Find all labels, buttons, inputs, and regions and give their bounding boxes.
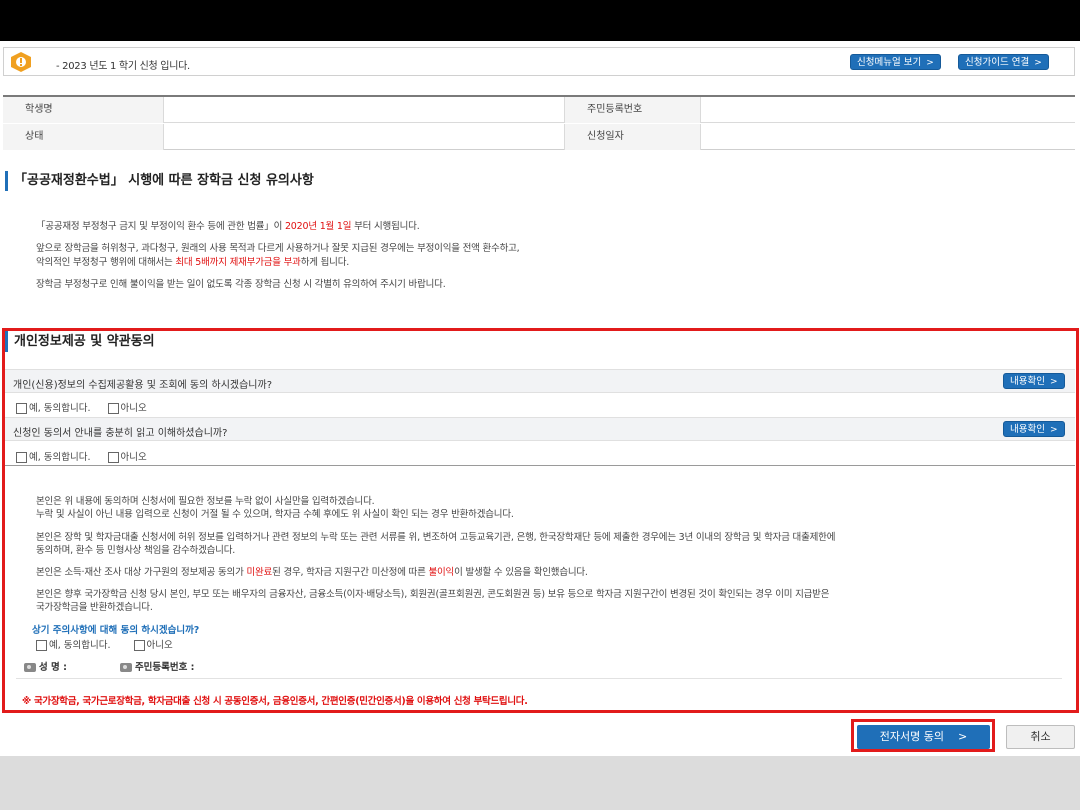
student-name-label: 학생명 [3, 97, 163, 123]
manual-view-button[interactable]: 신청메뉴얼 보기 > [850, 54, 941, 70]
chevron-right-icon: > [1049, 425, 1058, 435]
q2-agree-checkbox[interactable] [16, 452, 27, 463]
statement-2-line-2: 동의하며, 환수 등 민형사상 책임을 감수하겠습니다. [36, 545, 236, 556]
chevron-right-icon: > [1049, 377, 1058, 387]
chevron-right-icon: > [958, 730, 968, 743]
consent-answer-row-3: 예, 동의합니다. 아니오 [36, 637, 187, 651]
q2-disagree-option[interactable]: 아니오 [107, 449, 147, 463]
chevron-right-icon: > [1034, 58, 1042, 68]
chevron-right-icon: > [926, 58, 934, 68]
notice-section-title: 「공공재정환수법」 시행에 따른 장학금 신청 유의사항 [5, 171, 314, 191]
statement-4-line-1: 본인은 향후 국가장학금 신청 당시 본인, 부모 또는 배우자의 금융자산, … [36, 589, 830, 600]
status-label: 상태 [3, 124, 163, 150]
q2-agree-option[interactable]: 예, 동의합니다. [16, 449, 91, 463]
notice-text: 하게 됩니다. [300, 257, 350, 268]
q3-disagree-checkbox[interactable] [133, 640, 145, 651]
consent-question-1: 개인(신용)정보의 수집제공활용 및 조회에 동의 하시겠습니까? [13, 380, 273, 391]
q1-agree-option[interactable]: 예, 동의합니다. [16, 400, 91, 414]
penalty-text: 최대 5배까지 제재부가금을 부과 [175, 257, 301, 268]
guide-link-button[interactable]: 신청가이드 연결 > [958, 54, 1049, 70]
cancel-button[interactable]: 취소 [1006, 725, 1075, 749]
disagree-label: 아니오 [120, 452, 147, 463]
agree-label: 예, 동의합니다. [29, 403, 91, 414]
agree-label: 예, 동의합니다. [29, 452, 91, 463]
bottom-gray-band [0, 756, 1080, 810]
consent-answer-row-2: 예, 동의합니다. 아니오 [16, 449, 161, 463]
semester-notice-text: - 2023 년도 1 학기 신청 입니다. [56, 61, 190, 72]
statement-1-line-1: 본인은 위 내용에 동의하며 신청서에 필요한 정보를 누락 없이 사실만을 입… [36, 496, 375, 507]
disagree-label: 아니오 [120, 403, 147, 414]
view-content-button-2[interactable]: 내용확인 > [1003, 421, 1065, 437]
disagree-label: 아니오 [146, 640, 173, 651]
consent-question-row: 개인(신용)정보의 수집제공활용 및 조회에 동의 하시겠습니까? 내용확인 > [5, 369, 1075, 393]
resident-no-field: 주민등록번호 : [119, 662, 195, 673]
agree-label: 예, 동의합니다. [49, 640, 111, 651]
effective-date: 2020년 1월 1일 [284, 221, 352, 232]
notice-text: 악의적인 부정청구 행위에 대해서는 [36, 257, 176, 268]
alert-bell-icon [11, 52, 31, 72]
statement-text: 본인은 소득·재산 조사 대상 가구원의 정보제공 동의가 [36, 567, 247, 578]
q3-disagree-option[interactable]: 아니오 [133, 637, 173, 651]
guide-link-button-label: 신청가이드 연결 [965, 57, 1030, 68]
section-divider [16, 678, 1062, 679]
q2-disagree-checkbox[interactable] [107, 452, 119, 463]
statement-1-line-2: 누락 및 사실이 아닌 내용 입력으로 신청이 거절 될 수 있으며, 학자금 … [36, 509, 514, 520]
status-value [163, 124, 563, 150]
notice-text: 부터 시행됩니다. [351, 221, 420, 232]
notice-paragraph-3: 장학금 부정청구로 인해 불이익을 받는 일이 없도록 각종 장학금 신청 시 … [36, 279, 446, 290]
statement-4-line-2: 국가장학금을 반환하겠습니다. [36, 602, 153, 613]
resident-no-label: 주민등록번호 : [134, 662, 195, 673]
semester-notice-bar: - 2023 년도 1 학기 신청 입니다. 신청메뉴얼 보기 > 신청가이드 연… [3, 47, 1075, 76]
q1-agree-checkbox[interactable] [16, 403, 27, 414]
esign-agree-label: 전자서명 동의 [879, 730, 944, 743]
view-content-button-1[interactable]: 내용확인 > [1003, 373, 1065, 389]
info-row: 상태 신청일자 [3, 124, 1075, 150]
certificate-warning: ※ 국가장학금, 국가근로장학금, 학자금대출 신청 시 공동인증서, 금융인증… [22, 696, 528, 707]
apply-date-value [700, 124, 1075, 150]
q3-agree-option[interactable]: 예, 동의합니다. [36, 637, 111, 651]
statement-2-line-1: 본인은 장학 및 학자금대출 신청서에 허위 정보를 입력하거나 관련 정보의 … [36, 532, 836, 543]
q1-disagree-option[interactable]: 아니오 [107, 400, 147, 414]
name-label: 성 명 : [39, 662, 67, 673]
notice-paragraph-2-line-1: 앞으로 장학금을 허위청구, 과다청구, 원래의 사용 목적과 다르게 사용하거… [36, 243, 520, 254]
notice-paragraph-1: 「공공재정 부정청구 금지 및 부정이익 환수 등에 관한 법률」이 2020년… [36, 218, 420, 232]
resident-no-value [700, 97, 1075, 123]
section-divider [5, 465, 1075, 466]
view-content-label: 내용확인 [1010, 376, 1045, 387]
resident-no-label: 주민등록번호 [564, 97, 700, 123]
notice-text: 「공공재정 부정청구 금지 및 부정이익 환수 등에 관한 법률」이 [36, 221, 285, 232]
consent-question-row: 신청인 동의서 안내를 충분히 읽고 이해하셨습니까? 내용확인 > [5, 417, 1075, 441]
student-name-value [163, 97, 563, 123]
camera-icon [24, 663, 36, 672]
consent-answer-row-1: 예, 동의합니다. 아니오 [16, 400, 161, 414]
statement-3: 본인은 소득·재산 조사 대상 가구원의 정보제공 동의가 미완료된 경우, 학… [36, 564, 588, 578]
esign-agree-button[interactable]: 전자서명 동의 > [857, 725, 990, 749]
incomplete-text: 미완료 [246, 567, 273, 578]
statement-text: 이 발생할 수 있음을 확인했습니다. [454, 567, 588, 578]
student-info-table: 학생명 주민등록번호 상태 신청일자 [3, 95, 1075, 150]
consent-question-3: 상기 주의사항에 대해 동의 하시겠습니까? [32, 625, 200, 636]
q1-disagree-checkbox[interactable] [107, 403, 119, 414]
notice-paragraph-2-line-2: 악의적인 부정청구 행위에 대해서는 최대 5배까지 제재부가금을 부과하게 됩… [36, 254, 349, 268]
signer-info-row: 성 명 : 주민등록번호 : [24, 659, 194, 673]
statement-text: 된 경우, 학자금 지원구간 미산정에 따른 [272, 567, 429, 578]
view-content-label: 내용확인 [1010, 424, 1045, 435]
apply-date-label: 신청일자 [564, 124, 700, 150]
disadvantage-text: 불이익 [428, 567, 455, 578]
top-black-bar [0, 0, 1080, 41]
manual-view-button-label: 신청메뉴얼 보기 [857, 57, 922, 68]
camera-icon [119, 663, 132, 672]
consent-section-title: 개인정보제공 및 약관동의 [5, 331, 155, 352]
consent-question-2: 신청인 동의서 안내를 충분히 읽고 이해하셨습니까? [13, 428, 228, 439]
q3-agree-checkbox[interactable] [36, 640, 47, 651]
info-row: 학생명 주민등록번호 [3, 97, 1075, 123]
name-field: 성 명 : [24, 662, 67, 673]
